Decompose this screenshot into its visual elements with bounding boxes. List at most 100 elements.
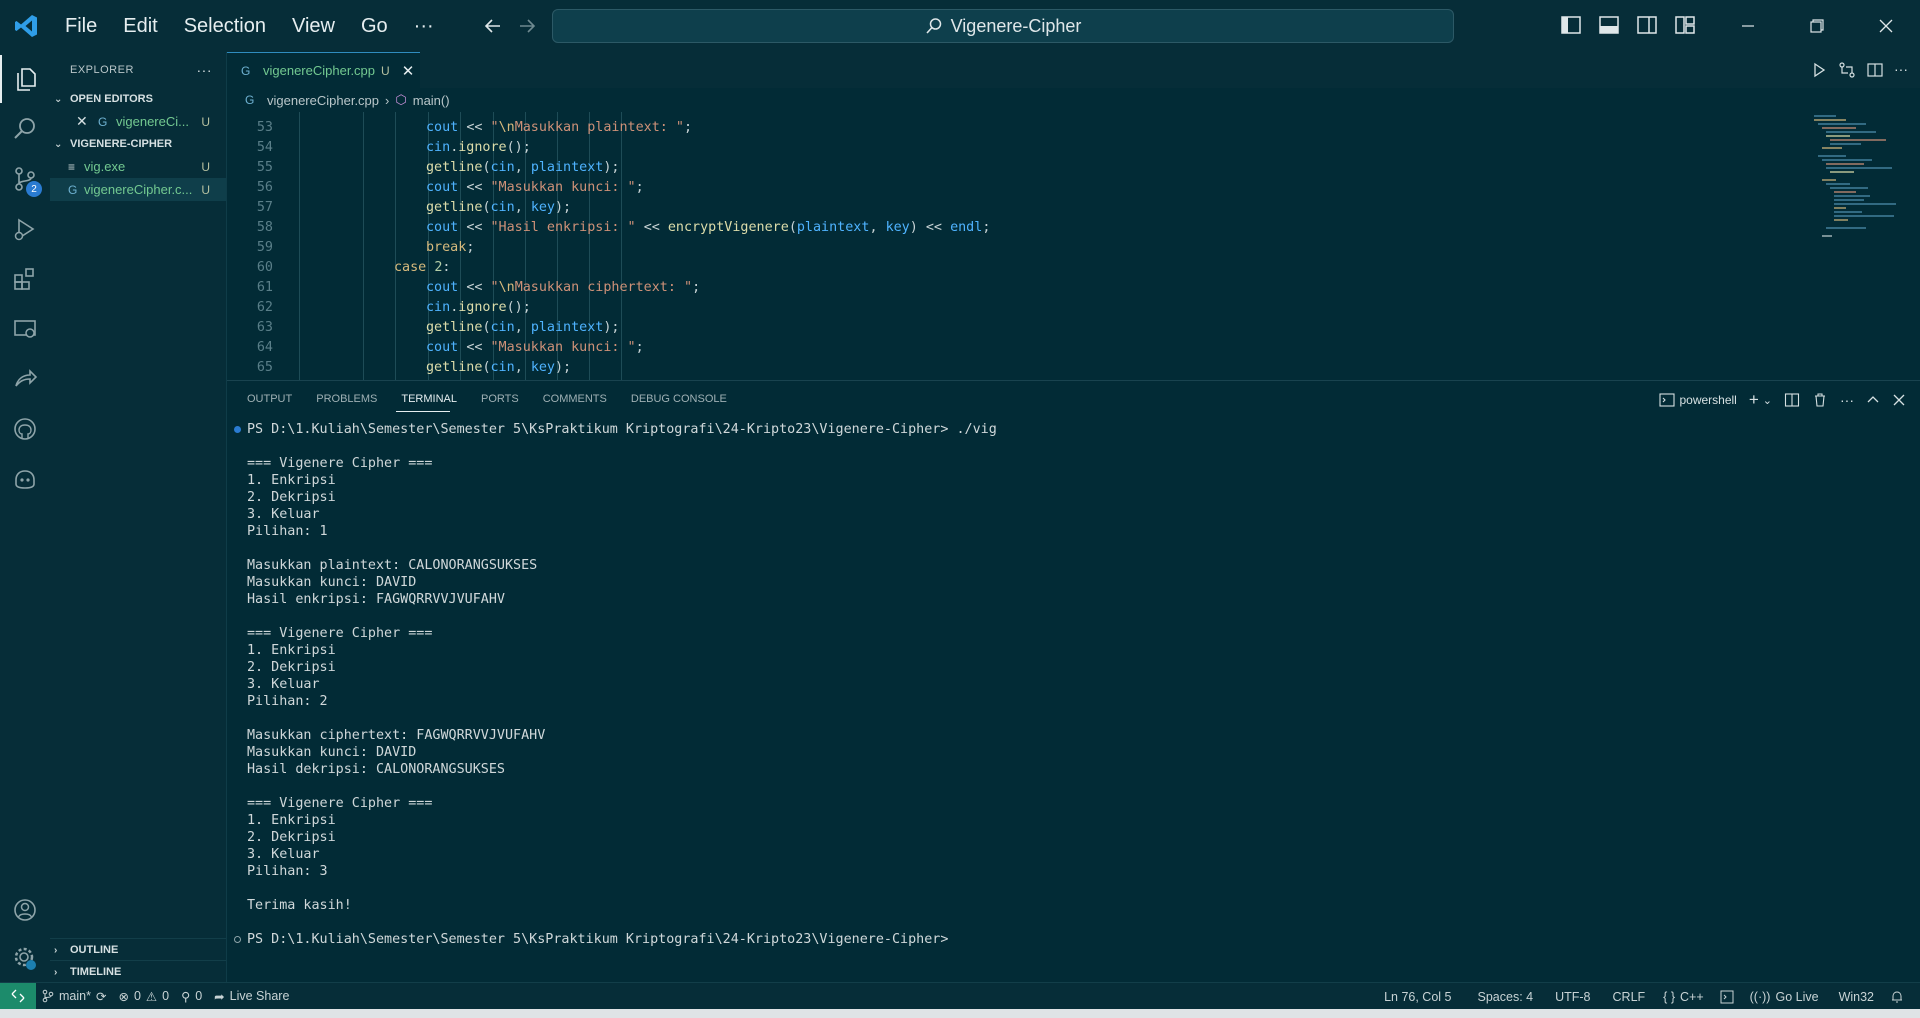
terminal-line: Masukkan ciphertext: FAGWQRRVVJVUFAHV	[247, 728, 546, 743]
menu-edit[interactable]: Edit	[110, 15, 170, 38]
panel-tabs: OUTPUT PROBLEMS TERMINAL PORTS COMMENTS …	[227, 381, 739, 417]
terminal-line: Hasil dekripsi: CALONORANGSUKSES	[247, 762, 505, 777]
sync-icon[interactable]: ⟳	[96, 989, 106, 1004]
new-terminal-icon[interactable]: +	[1749, 390, 1759, 410]
minimize-icon[interactable]	[1713, 0, 1782, 52]
source-control-icon[interactable]: 2	[0, 155, 50, 203]
file-item-vig-exe[interactable]: ≡ vig.exe U	[50, 155, 226, 178]
trash-icon[interactable]	[1812, 392, 1828, 408]
remote-explorer-icon[interactable]	[0, 305, 50, 353]
branch-name: main*	[59, 989, 91, 1003]
customize-layout-icon[interactable]	[1674, 14, 1696, 36]
terminal-shell-name[interactable]: powershell	[1679, 393, 1736, 407]
tab-output[interactable]: OUTPUT	[227, 381, 304, 417]
more-actions-icon[interactable]: ···	[1894, 61, 1908, 79]
run-file-icon[interactable]	[1810, 61, 1828, 79]
compare-changes-icon[interactable]	[1838, 61, 1856, 79]
extensions-icon[interactable]	[0, 255, 50, 303]
title-bar: File Edit Selection View Go ··· Vigenere…	[0, 0, 1920, 52]
tab-comments[interactable]: COMMENTS	[531, 381, 619, 417]
maximize-panel-icon[interactable]	[1866, 393, 1880, 407]
menu-file[interactable]: File	[52, 15, 110, 38]
live-share-icon[interactable]	[0, 355, 50, 403]
live-share-button[interactable]: ➦ Live Share	[208, 989, 295, 1004]
encoding[interactable]: UTF-8	[1549, 990, 1596, 1004]
problems-indicator[interactable]: ⊗ 0 ⚠ 0	[112, 989, 175, 1004]
terminal-line: 3. Keluar	[247, 677, 320, 692]
cursor-position[interactable]: Ln 76, Col 5	[1378, 990, 1457, 1004]
chevron-right-icon: ›	[385, 92, 390, 108]
code-editor[interactable]: 53 cout << "\nMasukkan plaintext: "; 54 ci…	[227, 112, 1920, 380]
platform[interactable]: Win32	[1833, 990, 1880, 1004]
folder-section[interactable]: ⌄ VIGENERE-CIPHER	[50, 133, 226, 155]
command-center-search[interactable]: Vigenere-Cipher	[552, 9, 1454, 43]
run-debug-icon[interactable]	[0, 205, 50, 253]
open-editors-section[interactable]: ⌄ OPEN EDITORS	[50, 88, 226, 110]
close-panel-icon[interactable]	[1892, 393, 1906, 407]
tab-ports[interactable]: PORTS	[469, 381, 531, 417]
forward-arrow-icon[interactable]	[517, 16, 537, 36]
terminal-layout-icon[interactable]	[1714, 990, 1740, 1004]
chevron-down-icon[interactable]: ⌄	[1763, 394, 1772, 407]
ports-icon: ⚲	[181, 989, 191, 1004]
menu-go[interactable]: Go	[348, 15, 401, 38]
menu-more[interactable]: ···	[401, 15, 447, 38]
terminal-output[interactable]: PS D:\1.Kuliah\Semester\Semester 5\KsPra…	[227, 421, 1907, 981]
split-editor-icon[interactable]	[1866, 61, 1884, 79]
back-arrow-icon[interactable]	[483, 16, 503, 36]
code-line: 59 break;	[256, 240, 475, 255]
branch-indicator[interactable]: main* ⟳	[36, 989, 112, 1004]
menu-bar: File Edit Selection View Go ···	[52, 0, 447, 52]
search-icon[interactable]	[0, 105, 50, 153]
open-editor-item[interactable]: ✕ G vigenereCi... U	[50, 110, 226, 133]
terminal-line: Pilihan: 1	[247, 524, 328, 539]
toggle-panel-icon[interactable]	[1598, 14, 1620, 36]
terminal-shell-icon	[1659, 393, 1676, 407]
terminal-line: === Vigenere Cipher ===	[247, 626, 433, 641]
ports-indicator[interactable]: ⚲ 0	[175, 989, 208, 1004]
editor-tab[interactable]: G vigenereCipher.cpp U ✕	[227, 52, 420, 88]
minimap[interactable]	[1806, 112, 1906, 380]
tab-debug-console[interactable]: DEBUG CONSOLE	[619, 381, 739, 417]
close-window-icon[interactable]	[1851, 0, 1920, 52]
more-actions-icon[interactable]: ···	[1840, 392, 1854, 408]
code-line: 65 getline(cin, key);	[256, 360, 572, 375]
toggle-primary-sidebar-icon[interactable]	[1560, 14, 1582, 36]
split-terminal-icon[interactable]	[1784, 392, 1800, 408]
menu-view[interactable]: View	[279, 15, 348, 38]
indentation[interactable]: Spaces: 4	[1472, 990, 1540, 1004]
explorer-icon[interactable]	[0, 55, 50, 103]
github-icon[interactable]	[0, 405, 50, 453]
tab-problems[interactable]: PROBLEMS	[304, 381, 389, 417]
close-tab-icon[interactable]: ✕	[402, 62, 415, 80]
copilot-icon[interactable]	[0, 455, 50, 503]
language-mode[interactable]: { } C++	[1657, 990, 1709, 1004]
breadcrumb-symbol[interactable]: main()	[413, 93, 450, 108]
terminal-line: 1. Enkripsi	[247, 813, 336, 828]
terminal-line: Masukkan kunci: DAVID	[247, 575, 417, 590]
chevron-down-icon: ⌄	[54, 138, 63, 150]
restore-icon[interactable]	[1782, 0, 1851, 52]
timeline-section[interactable]: › TIMELINE	[50, 960, 226, 983]
explorer-more-button[interactable]: ···	[197, 62, 213, 78]
go-live-button[interactable]: ((·)) Go Live	[1744, 990, 1825, 1004]
editor-tab-bar: G vigenereCipher.cpp U ✕ ···	[227, 52, 1920, 88]
accounts-icon[interactable]	[0, 886, 50, 934]
menu-selection[interactable]: Selection	[171, 15, 279, 38]
notifications-bell-icon[interactable]	[1884, 990, 1910, 1004]
remote-indicator-icon[interactable]	[0, 982, 36, 1010]
file-item-vigenere-cpp[interactable]: G vigenereCipher.c... U	[50, 178, 226, 201]
close-editor-icon[interactable]: ✕	[76, 113, 94, 130]
terminal-line: Masukkan plaintext: CALONORANGSUKSES	[247, 558, 538, 573]
command-success-dot	[234, 426, 241, 433]
breadcrumb-file[interactable]: vigenereCipher.cpp	[267, 93, 379, 108]
live-share-icon: ➦	[214, 989, 225, 1004]
manage-gear-icon[interactable]	[0, 934, 50, 982]
line-ending[interactable]: CRLF	[1607, 990, 1652, 1004]
cpp-file-icon: G	[68, 182, 78, 197]
outline-section[interactable]: › OUTLINE	[50, 938, 226, 961]
code-line: 63 getline(cin, plaintext);	[256, 320, 620, 335]
toggle-secondary-sidebar-icon[interactable]	[1636, 14, 1658, 36]
go-live-label: Go Live	[1775, 989, 1819, 1004]
untracked-badge: U	[201, 114, 210, 129]
